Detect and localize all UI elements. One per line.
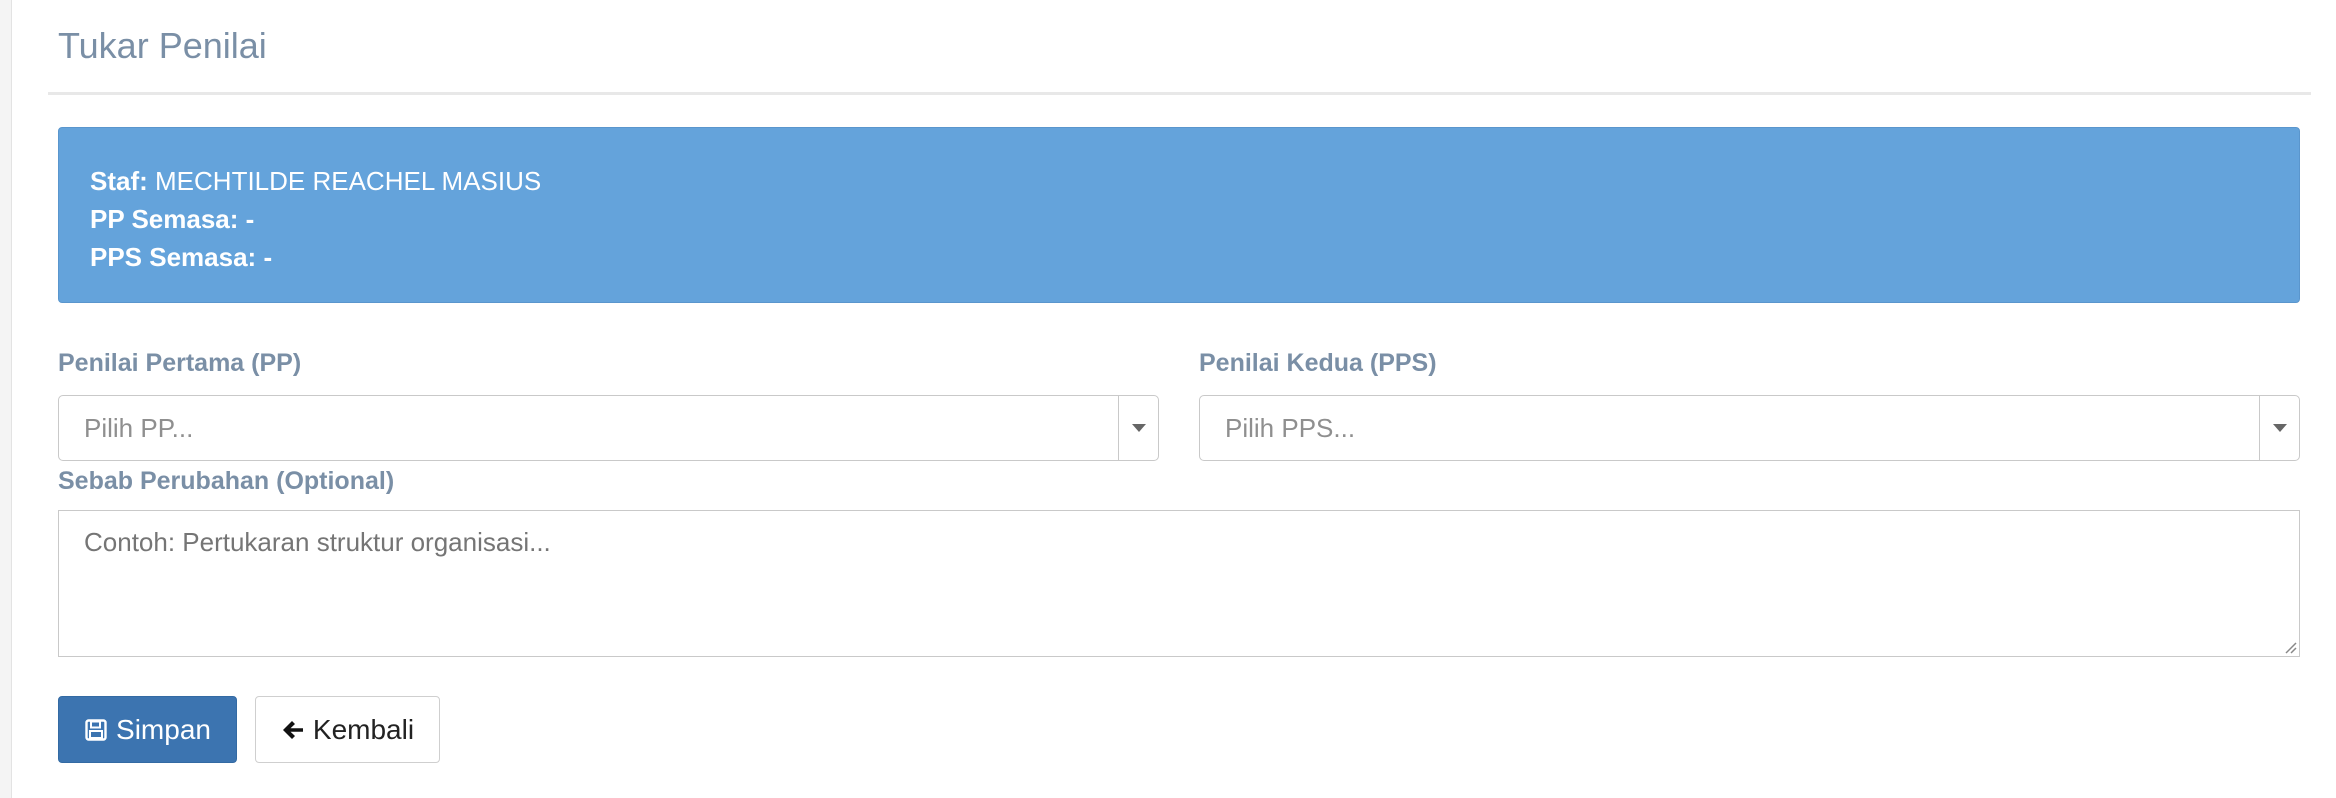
reason-label: Sebab Perubahan (Optional) (58, 467, 395, 495)
current-pps-value: - (263, 242, 273, 272)
pps-select-label: Penilai Kedua (PPS) (1199, 349, 1437, 377)
pp-select[interactable]: Pilih PP... (58, 395, 1159, 461)
caret-down-icon (1131, 424, 1146, 432)
info-pp-line: PP Semasa: - (90, 200, 2268, 238)
resize-grip-icon[interactable] (2283, 640, 2297, 654)
current-pps-label: PPS Semasa: (90, 242, 257, 272)
floppy-disk-icon (84, 718, 108, 742)
current-pp-label: PP Semasa: (90, 204, 239, 234)
pp-select-label: Penilai Pertama (PP) (58, 349, 302, 377)
left-sidebar-edge (0, 0, 12, 798)
back-button-label: Kembali (312, 713, 415, 745)
pps-select-placeholder: Pilih PPS... (1225, 412, 1356, 443)
caret-down-icon (2272, 424, 2287, 432)
staff-label: Staf: (90, 166, 148, 196)
pps-dropdown-toggle[interactable] (2259, 396, 2299, 460)
title-divider (48, 92, 2311, 95)
reason-textarea[interactable] (58, 510, 2300, 657)
save-button[interactable]: Simpan (58, 696, 237, 763)
current-pp-value: - (245, 204, 255, 234)
pps-select[interactable]: Pilih PPS... (1199, 395, 2300, 461)
info-pps-line: PPS Semasa: - (90, 238, 2268, 276)
back-button[interactable]: Kembali (255, 696, 440, 763)
page-title: Tukar Penilai (58, 25, 267, 66)
arrow-left-icon (281, 718, 305, 742)
save-button-label: Simpan (116, 713, 211, 745)
pp-dropdown-toggle[interactable] (1118, 396, 1158, 460)
info-staff-line: Staf: MECHTILDE REACHEL MASIUS (90, 162, 2268, 200)
staff-value: MECHTILDE REACHEL MASIUS (155, 166, 542, 196)
pp-select-placeholder: Pilih PP... (84, 412, 194, 443)
staff-info-panel: Staf: MECHTILDE REACHEL MASIUS PP Semasa… (58, 127, 2300, 303)
